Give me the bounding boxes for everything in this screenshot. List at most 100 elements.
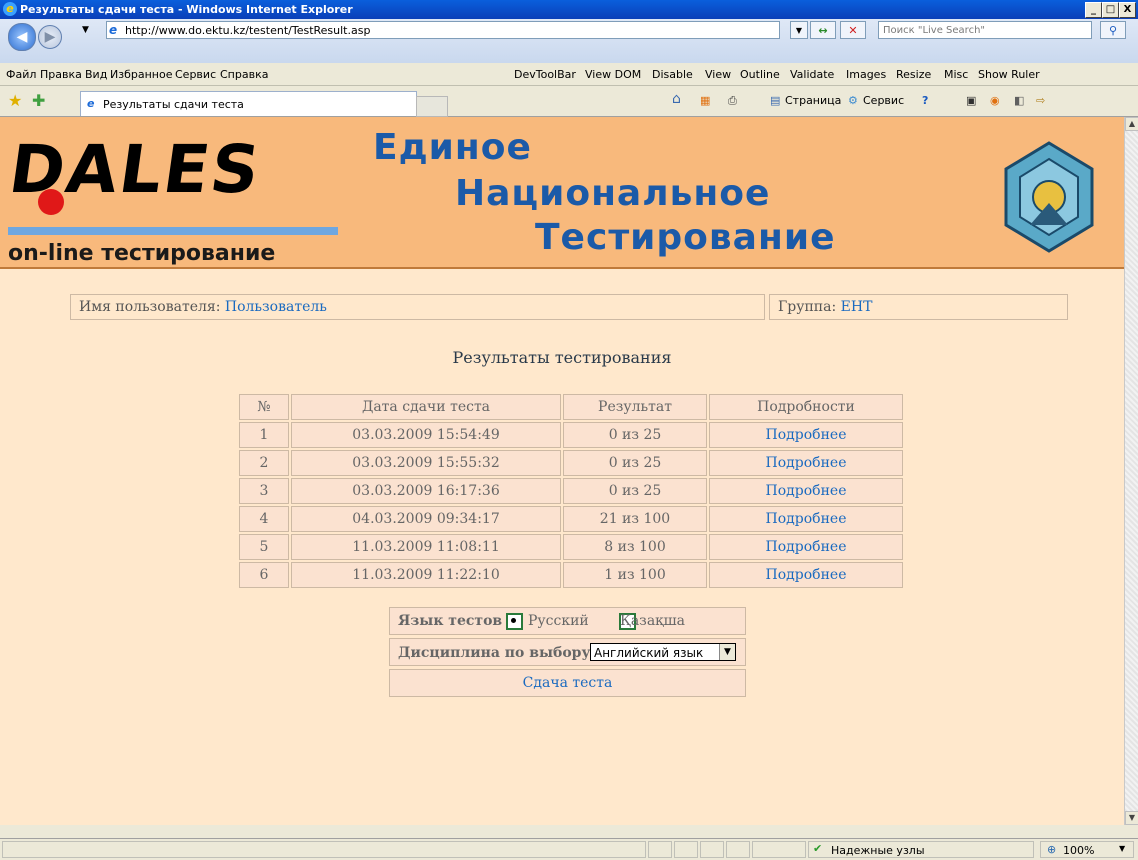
search-input[interactable]: Поиск "Live Search" bbox=[878, 21, 1092, 39]
radio-russian-label[interactable]: Русский bbox=[528, 613, 589, 629]
maximize-button[interactable]: □ bbox=[1102, 2, 1119, 18]
history-dropdown-icon[interactable]: ▼ bbox=[82, 25, 89, 35]
details-link[interactable]: Подробнее bbox=[766, 567, 847, 583]
details-link[interactable]: Подробнее bbox=[766, 511, 847, 527]
toolbar-extension-icon-1[interactable]: ▣ bbox=[966, 94, 976, 107]
refresh-button[interactable]: ↔ bbox=[810, 21, 836, 39]
details-link[interactable]: Подробнее bbox=[766, 455, 847, 471]
devtool-viewdom[interactable]: View DOM bbox=[585, 68, 641, 81]
table-row: 4 04.03.2009 09:34:17 21 из 100 Подробне… bbox=[239, 506, 903, 532]
radio-russian[interactable] bbox=[506, 613, 523, 630]
menu-file[interactable]: Файл bbox=[6, 68, 36, 81]
details-link[interactable]: Подробнее bbox=[766, 539, 847, 555]
menu-edit[interactable]: Правка bbox=[40, 68, 82, 81]
banner-line-1: Единое bbox=[373, 127, 532, 168]
results-table: № Дата сдачи теста Результат Подробности… bbox=[237, 392, 905, 590]
row-date: 04.03.2009 09:34:17 bbox=[291, 506, 561, 532]
details-link[interactable]: Подробнее bbox=[766, 483, 847, 499]
tab-ie-icon: e bbox=[87, 97, 95, 110]
devtool-misc[interactable]: Misc bbox=[944, 68, 968, 81]
discipline-select[interactable]: Английский язык ▼ bbox=[590, 643, 736, 661]
menu-favorites[interactable]: Избранное bbox=[110, 68, 172, 81]
devtool-outline[interactable]: Outline bbox=[740, 68, 780, 81]
address-dropdown-button[interactable]: ▼ bbox=[790, 21, 808, 39]
table-row: 3 03.03.2009 16:17:36 0 из 25 Подробнее bbox=[239, 478, 903, 504]
row-result: 0 из 25 bbox=[563, 422, 707, 448]
devtool-view[interactable]: View bbox=[705, 68, 731, 81]
col-details: Подробности bbox=[709, 394, 903, 420]
page-menu-icon: ▤ bbox=[770, 94, 781, 107]
col-date: Дата сдачи теста bbox=[291, 394, 561, 420]
devtool-resize[interactable]: Resize bbox=[896, 68, 931, 81]
security-zone[interactable]: ✔ Надежные узлы bbox=[808, 841, 1034, 858]
banner-line-3: Тестирование bbox=[535, 217, 836, 258]
home-icon[interactable]: ⌂ bbox=[672, 91, 681, 107]
status-pane-1 bbox=[648, 841, 672, 858]
favorites-star-icon[interactable]: ★ bbox=[8, 91, 22, 110]
address-url: http://www.do.ektu.kz/testent/TestResult… bbox=[125, 24, 371, 37]
vertical-scrollbar[interactable]: ▲ ▼ bbox=[1124, 117, 1138, 825]
minimize-button[interactable]: _ bbox=[1085, 2, 1102, 18]
results-title: Результаты тестирования bbox=[452, 348, 672, 367]
new-tab-button[interactable] bbox=[416, 96, 448, 117]
address-toolbar: ◀ ▶ ▼ e http://www.do.ektu.kz/testent/Te… bbox=[0, 19, 1138, 64]
status-bar: ✔ Надежные узлы ⊕ 100% ▼ bbox=[0, 838, 1138, 860]
chevron-down-icon[interactable]: ▼ bbox=[719, 644, 735, 660]
menu-help[interactable]: Справка bbox=[220, 68, 268, 81]
start-test-link[interactable]: Сдача теста bbox=[523, 675, 613, 691]
menu-tools[interactable]: Сервис bbox=[175, 68, 216, 81]
row-number: 6 bbox=[239, 562, 289, 588]
address-input[interactable]: e http://www.do.ektu.kz/testent/TestResu… bbox=[106, 21, 780, 39]
devtool-devtoolbar[interactable]: DevToolBar bbox=[514, 68, 576, 81]
group-name: ЕНТ bbox=[840, 299, 873, 315]
add-favorites-icon[interactable]: ✚ bbox=[32, 91, 45, 110]
toolbar-extension-icon-4[interactable]: ⇨ bbox=[1036, 94, 1045, 107]
details-link[interactable]: Подробнее bbox=[766, 427, 847, 443]
scroll-down-button[interactable]: ▼ bbox=[1125, 811, 1138, 825]
discipline-options: Дисциплина по выбору Английский язык ▼ bbox=[389, 638, 746, 666]
table-row: 2 03.03.2009 15:55:32 0 из 25 Подробнее bbox=[239, 450, 903, 476]
user-label: Имя пользователя: bbox=[79, 299, 221, 315]
submit-box: Сдача теста bbox=[389, 669, 746, 697]
table-row: 5 11.03.2009 11:08:11 8 из 100 Подробнее bbox=[239, 534, 903, 560]
close-button[interactable]: X bbox=[1119, 2, 1136, 18]
menu-view[interactable]: Вид bbox=[85, 68, 107, 81]
print-icon[interactable]: ⎙ bbox=[728, 94, 737, 108]
stop-button[interactable]: ✕ bbox=[840, 21, 866, 39]
search-icon[interactable]: ⚲ bbox=[1100, 21, 1126, 39]
table-row: 1 03.03.2009 15:54:49 0 из 25 Подробнее bbox=[239, 422, 903, 448]
scroll-up-button[interactable]: ▲ bbox=[1125, 117, 1138, 131]
row-result: 1 из 100 bbox=[563, 562, 707, 588]
toolbar-extension-icon-2[interactable]: ◉ bbox=[990, 94, 1000, 107]
zoom-control[interactable]: ⊕ 100% ▼ bbox=[1040, 841, 1134, 858]
university-emblem-icon bbox=[1004, 141, 1094, 253]
discipline-label: Дисциплина по выбору bbox=[398, 645, 591, 661]
row-number: 2 bbox=[239, 450, 289, 476]
feeds-icon[interactable]: ▦ bbox=[700, 94, 710, 107]
devtool-images[interactable]: Images bbox=[846, 68, 886, 81]
language-label: Язык тестов bbox=[398, 613, 503, 629]
status-pane-2 bbox=[674, 841, 698, 858]
results-header-row: № Дата сдачи теста Результат Подробности bbox=[239, 394, 903, 420]
zoom-level: 100% bbox=[1063, 844, 1095, 857]
page-menu-button[interactable]: Страница bbox=[785, 94, 841, 107]
tools-gear-icon: ⚙ bbox=[848, 94, 858, 107]
tools-menu-button[interactable]: Сервис bbox=[863, 94, 904, 107]
zoom-dropdown-icon[interactable]: ▼ bbox=[1119, 844, 1125, 853]
devtool-disable[interactable]: Disable bbox=[652, 68, 693, 81]
help-icon[interactable]: ? bbox=[922, 94, 928, 107]
radio-kazakh-label[interactable]: Қазақша bbox=[620, 613, 685, 629]
back-button[interactable]: ◀ bbox=[8, 23, 36, 51]
forward-button[interactable]: ▶ bbox=[38, 25, 62, 49]
devtool-showruler[interactable]: Show Ruler bbox=[978, 68, 1040, 81]
security-zone-label: Надежные узлы bbox=[831, 844, 925, 857]
row-date: 03.03.2009 15:54:49 bbox=[291, 422, 561, 448]
logo-subtitle: on-line тестирование bbox=[8, 241, 276, 266]
tab-bar: ★ ✚ e Результаты сдачи теста ⌂ ▦ ⎙ ▤ Стр… bbox=[0, 86, 1138, 117]
devtool-validate[interactable]: Validate bbox=[790, 68, 834, 81]
ie-logo-icon: e bbox=[3, 2, 17, 16]
toolbar-extension-icon-3[interactable]: ◧ bbox=[1014, 94, 1024, 107]
tab-results[interactable]: e Результаты сдачи теста bbox=[80, 91, 417, 116]
zoom-icon: ⊕ bbox=[1047, 843, 1057, 856]
window-titlebar: e Результаты сдачи теста - Windows Inter… bbox=[0, 0, 1138, 19]
